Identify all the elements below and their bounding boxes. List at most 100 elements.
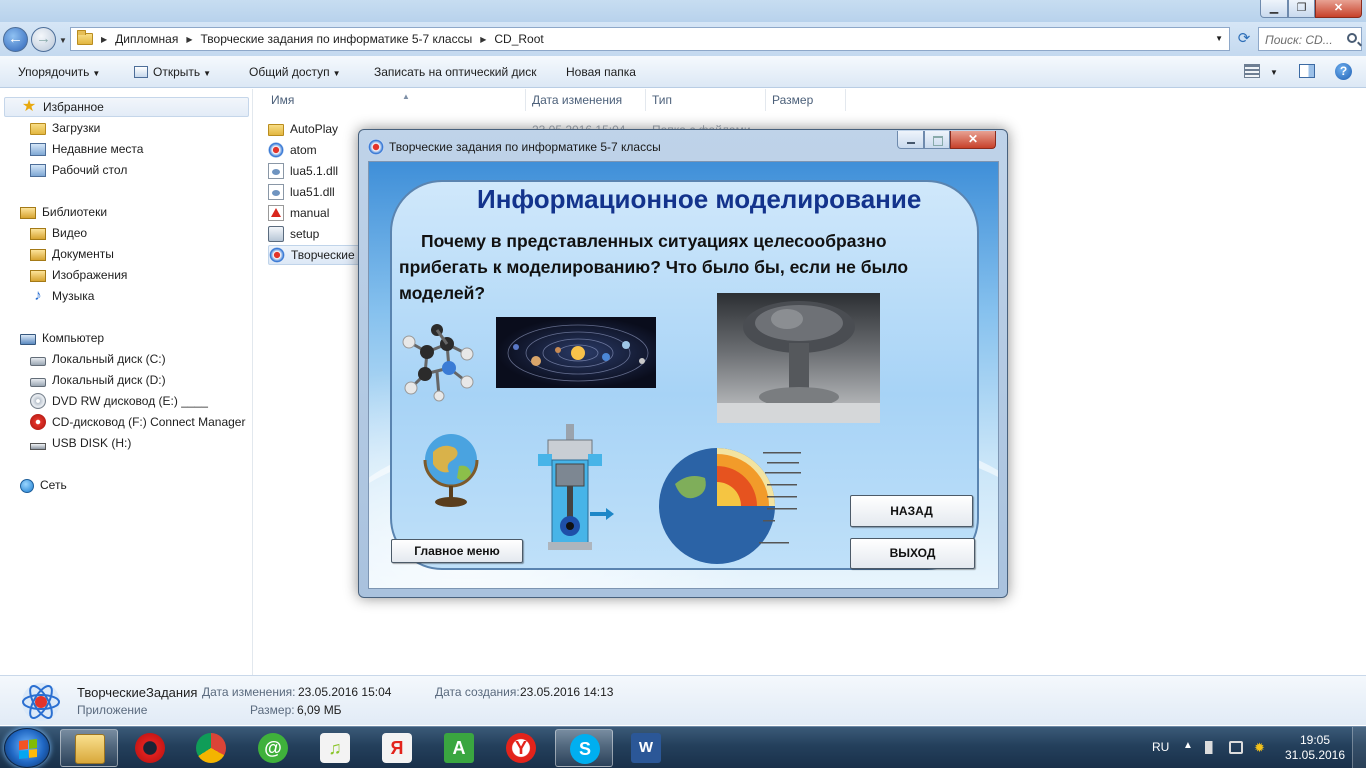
desktop-icon (30, 164, 46, 177)
yandex-icon: Я (382, 733, 412, 763)
column-header-date[interactable]: Дата изменения (526, 89, 646, 111)
recent-pages-chevron-icon[interactable]: ▼ (59, 36, 67, 45)
address-bar[interactable]: ▶ Дипломная ▶ Творческие задания по инфо… (70, 27, 1230, 51)
dll-file-icon (268, 163, 284, 179)
taskbar-yandex-browser[interactable]: Y (492, 729, 550, 767)
dll-file-icon (268, 184, 284, 200)
app-close-button[interactable]: ✕ (950, 131, 996, 149)
file-row[interactable]: manual (268, 203, 329, 223)
taskbar-music[interactable]: ♫ (306, 729, 364, 767)
command-toolbar: Упорядочить ▼ Открыть ▼ Общий доступ ▼ Запи… (0, 56, 1366, 88)
chevron-right-icon[interactable]: ▶ (186, 35, 192, 44)
nav-downloads[interactable]: Загрузки (30, 118, 100, 138)
show-desktop-button[interactable] (1352, 727, 1366, 768)
details-modified-label: Дата изменения: (202, 685, 296, 699)
chevron-right-icon[interactable]: ▶ (101, 35, 107, 44)
yandex-browser-icon: Y (506, 733, 536, 763)
taskbar-explorer[interactable] (60, 729, 118, 767)
back-button[interactable]: НАЗАД (850, 495, 973, 527)
nav-recent-places[interactable]: Недавние места (30, 139, 143, 159)
nav-computer[interactable]: Компьютер (20, 328, 104, 348)
forward-arrow-icon[interactable]: → (31, 27, 56, 52)
burn-disc-button[interactable]: Записать на оптический диск (374, 65, 537, 79)
breadcrumb-item[interactable]: Дипломная (115, 32, 178, 46)
taskbar-opera[interactable] (121, 729, 179, 767)
libraries-icon (20, 207, 36, 219)
nav-usb-h[interactable]: USB DISK (H:) (30, 433, 131, 453)
breadcrumb-item[interactable]: CD_Root (494, 32, 543, 46)
breadcrumb-item[interactable]: Творческие задания по информатике 5-7 кл… (201, 32, 473, 46)
images-library-icon (30, 270, 46, 282)
minimize-button[interactable]: ▁ (1260, 0, 1288, 18)
hard-drive-icon (30, 357, 46, 366)
app-maximize-button (924, 131, 950, 149)
chevron-right-icon[interactable]: ▶ (480, 35, 486, 44)
open-button[interactable]: Открыть ▼ (134, 65, 211, 79)
organize-button[interactable]: Упорядочить ▼ (18, 65, 100, 79)
network-globe-icon (20, 478, 34, 493)
weather-sun-icon[interactable]: ✹ (1254, 741, 1268, 754)
taskbar-word[interactable]: W (617, 729, 675, 767)
column-header-name[interactable]: Имя ▲ (265, 89, 526, 111)
nav-desktop[interactable]: Рабочий стол (30, 160, 127, 180)
language-indicator[interactable]: RU (1152, 740, 1169, 754)
explorer-title-bar: ▁ ❐ ✕ (0, 0, 1366, 22)
maximize-button[interactable]: ❐ (1288, 0, 1315, 18)
close-button[interactable]: ✕ (1315, 0, 1362, 18)
main-menu-button[interactable]: Главное меню (391, 539, 523, 563)
help-icon[interactable]: ? (1335, 63, 1352, 80)
taskbar-a-app[interactable]: A (430, 729, 488, 767)
network-status-icon[interactable] (1229, 741, 1243, 754)
details-file-name: ТворческиеЗадания (77, 685, 198, 700)
volume-muted-icon[interactable] (1205, 741, 1219, 754)
nav-documents[interactable]: Документы (30, 244, 114, 264)
cd-drive-icon (30, 414, 46, 430)
nav-dvd-e[interactable]: DVD RW дисковод (E:) ____ (30, 391, 208, 411)
file-row[interactable]: lua5.1.dll (268, 161, 338, 181)
slide-question: Почему в представленных ситуациях целесо… (399, 231, 909, 303)
nav-images[interactable]: Изображения (30, 265, 127, 285)
back-arrow-icon[interactable]: ← (3, 27, 28, 52)
nav-disk-c[interactable]: Локальный диск (C:) (30, 349, 166, 369)
file-row[interactable]: setup (268, 224, 319, 244)
explorer-icon (75, 734, 105, 764)
refresh-icon[interactable]: ⟳ (1234, 30, 1254, 50)
nav-network[interactable]: Сеть (20, 475, 67, 495)
taskbar-chrome[interactable] (182, 729, 240, 767)
file-row[interactable]: lua51.dll (268, 182, 335, 202)
address-dropdown-icon[interactable]: ▼ (1215, 34, 1223, 43)
nav-music[interactable]: ♪ Музыка (30, 286, 94, 306)
share-button[interactable]: Общий доступ ▼ (249, 65, 341, 79)
details-created-value: 23.05.2016 14:13 (520, 685, 614, 699)
show-hidden-icons-icon[interactable]: ▲ (1183, 740, 1193, 751)
solar-system-image (496, 317, 656, 388)
new-folder-button[interactable]: Новая папка (566, 65, 636, 79)
taskbar-skype[interactable]: S (555, 729, 613, 767)
chevron-down-icon[interactable]: ▼ (1270, 68, 1278, 77)
nav-disk-d[interactable]: Локальный диск (D:) (30, 370, 166, 390)
taskbar-yandex[interactable]: Я (368, 729, 426, 767)
nav-video[interactable]: Видео (30, 223, 87, 243)
search-icon (1347, 33, 1357, 43)
nav-libraries[interactable]: Библиотеки (20, 202, 107, 222)
file-row[interactable]: AutoPlay (268, 119, 338, 139)
video-library-icon (30, 228, 46, 240)
taskbar-mail-agent[interactable]: @ (244, 729, 302, 767)
file-row[interactable]: atom (268, 140, 317, 160)
search-input[interactable]: Поиск: CD... (1258, 27, 1362, 51)
open-app-icon (134, 66, 148, 78)
preview-pane-icon[interactable] (1299, 64, 1315, 78)
folder-icon (268, 124, 284, 136)
column-header-size[interactable]: Размер (766, 89, 846, 111)
system-clock[interactable]: 19:05 31.05.2016 (1284, 733, 1346, 763)
start-button[interactable] (4, 728, 50, 768)
column-header-type[interactable]: Тип (646, 89, 766, 111)
music-icon: ♫ (320, 733, 350, 763)
setup-file-icon (268, 226, 284, 242)
file-row-selected[interactable]: Творческие (268, 245, 368, 265)
app-minimize-button[interactable] (897, 131, 924, 149)
exit-button[interactable]: ВЫХОД (850, 538, 975, 569)
nav-favorites[interactable]: ★ Избранное (4, 97, 249, 117)
view-options-icon[interactable] (1244, 64, 1260, 78)
nav-cd-f[interactable]: CD-дисковод (F:) Connect Manager (30, 412, 245, 432)
